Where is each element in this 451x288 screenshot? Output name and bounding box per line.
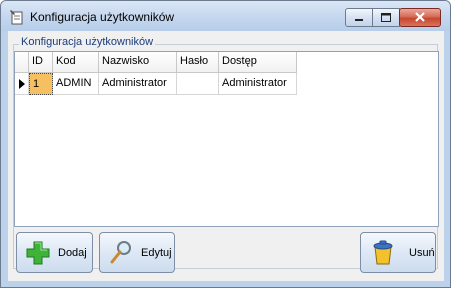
cell-dostep[interactable]: Administrator (219, 73, 297, 95)
column-header-haslo[interactable]: Hasło (177, 52, 219, 73)
column-header-nazwisko[interactable]: Nazwisko (99, 52, 177, 73)
grid-header: ID Kod Nazwisko Hasło Dostęp (15, 52, 297, 73)
add-button-label: Dodaj (58, 246, 87, 259)
edit-button-label: Edytuj (141, 246, 172, 259)
cell-kod[interactable]: ADMIN (53, 73, 99, 95)
cell-haslo[interactable] (177, 73, 219, 95)
column-header-id[interactable]: ID (29, 52, 53, 73)
minimize-button[interactable] (345, 8, 373, 27)
close-button[interactable] (399, 8, 441, 27)
maximize-icon (381, 13, 391, 22)
trash-bin-icon (373, 240, 393, 264)
cell-id[interactable]: 1 (29, 73, 53, 95)
cell-nazwisko[interactable]: Administrator (99, 73, 177, 95)
current-row-arrow-icon (19, 79, 25, 89)
column-header-dostep[interactable]: Dostęp (219, 52, 297, 73)
groupbox-label: Konfiguracja użytkowników (19, 36, 156, 48)
maximize-button[interactable] (372, 8, 400, 27)
edit-button[interactable]: Edytuj (99, 232, 175, 273)
minimize-icon (355, 19, 363, 21)
column-header-kod[interactable]: Kod (53, 52, 99, 73)
window-title: Konfiguracja użytkowników (30, 10, 175, 24)
plus-icon (26, 241, 50, 264)
app-icon (10, 10, 23, 25)
users-grid[interactable]: ID Kod Nazwisko Hasło Dostęp 1 ADMIN Adm… (14, 51, 439, 227)
delete-button-label: Usuń (409, 246, 435, 259)
magnifier-icon (110, 240, 131, 263)
table-row[interactable]: 1 ADMIN Administrator Administrator (15, 73, 297, 95)
title-bar[interactable]: Konfiguracja użytkowników (1, 1, 450, 31)
delete-button[interactable]: Usuń (360, 232, 436, 273)
add-button[interactable]: Dodaj (16, 232, 93, 273)
row-header-corner (15, 52, 29, 73)
row-indicator[interactable] (15, 73, 29, 95)
close-icon (415, 12, 425, 22)
user-config-window: Konfiguracja użytkowników Konfiguracja u… (0, 0, 451, 288)
